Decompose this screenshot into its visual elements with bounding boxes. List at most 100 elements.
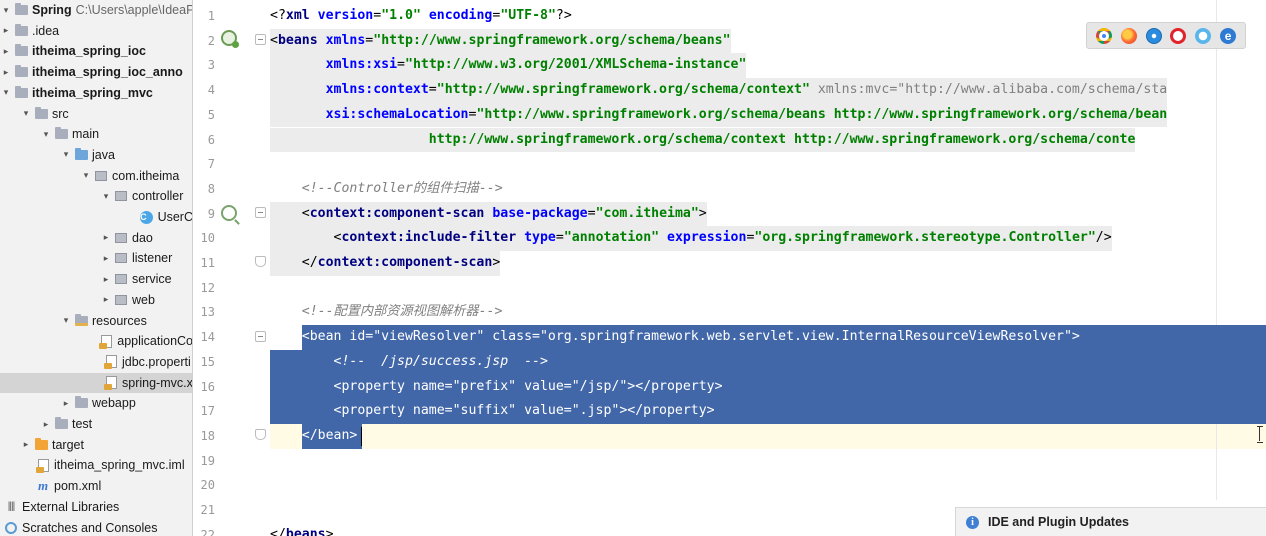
line-number: 20 xyxy=(200,478,215,493)
tree-item-userc[interactable]: C UserC xyxy=(0,207,193,227)
ie-icon[interactable] xyxy=(1195,27,1212,44)
tree-item-controller[interactable]: ▾ controller xyxy=(0,186,192,206)
tree-item-dao[interactable]: ▸ dao xyxy=(0,228,192,248)
module-folder-icon xyxy=(14,85,28,99)
tree-item-web[interactable]: ▸ web xyxy=(0,290,192,310)
tree-item-external-libraries[interactable]: |||| External Libraries xyxy=(0,497,192,517)
opera-icon[interactable] xyxy=(1170,27,1187,44)
chrome-icon[interactable] xyxy=(1095,27,1112,44)
tree-item-spring-mvc-x[interactable]: spring-mvc.x xyxy=(0,372,192,393)
code-token: "1.0" xyxy=(381,8,421,23)
chevron-down-icon[interactable]: ▾ xyxy=(20,108,32,119)
code-token: "UTF-8" xyxy=(500,8,556,23)
tree-item-resources[interactable]: ▾ resources xyxy=(0,311,192,331)
code-token: xmlns:mvc="http://www.alibaba.com/schema… xyxy=(809,82,1168,98)
code-line[interactable]: <?xml version="1.0" encoding="UTF-8"?> xyxy=(270,4,572,29)
code-token: <!--配置内部资源视图解析器--> xyxy=(270,304,503,320)
tree-item-java[interactable]: ▾ java xyxy=(0,145,192,165)
spring-bean-gutter-icon[interactable] xyxy=(221,30,239,48)
chevron-down-icon[interactable]: ▾ xyxy=(100,191,112,202)
tree-item-webapp[interactable]: ▸ webapp xyxy=(0,393,192,413)
tree-item-itheima-spring-mvc[interactable]: ▾ itheima_spring_mvc xyxy=(0,83,192,103)
code-token: type xyxy=(524,230,556,246)
tree-item-idea[interactable]: ▸ .idea xyxy=(0,21,192,41)
tree-item-service[interactable]: ▸ service xyxy=(0,269,192,289)
tree-item-itheima-spring-ioc-anno[interactable]: ▸ itheima_spring_ioc_anno xyxy=(0,62,192,82)
ide-updates-notification[interactable]: i IDE and Plugin Updates xyxy=(955,507,1266,536)
tree-item-itheima-spring-mvc-iml[interactable]: itheima_spring_mvc.iml xyxy=(0,455,192,475)
code-line[interactable]: xsi:schemaLocation="http://www.springfra… xyxy=(270,102,1168,128)
code-token: < xyxy=(270,230,342,246)
tree-item-src[interactable]: ▾ src xyxy=(0,104,192,124)
code-line[interactable]: xmlns:context="http://www.springframewor… xyxy=(270,78,1168,103)
fold-marker-icon[interactable] xyxy=(255,331,266,342)
code-line[interactable]: <beans xmlns="http://www.springframework… xyxy=(270,28,731,54)
code-line[interactable]: <!--配置内部资源视图解析器--> xyxy=(270,300,503,325)
tree-item-listener[interactable]: ▸ listener xyxy=(0,248,192,268)
tree-item-label: UserC xyxy=(157,210,193,224)
code-line[interactable]: <!--Controller的组件扫描--> xyxy=(270,177,503,202)
chevron-right-icon[interactable]: ▸ xyxy=(100,274,112,285)
tree-item-label: External Libraries xyxy=(22,499,120,514)
chevron-right-icon[interactable]: ▸ xyxy=(60,398,72,409)
code-line[interactable]: http://www.springframework.org/schema/co… xyxy=(270,127,1136,153)
tree-item-spring[interactable]: ▾ Spring C:\Users\apple\IdeaPr xyxy=(0,0,193,20)
tree-item-itheima-spring-ioc[interactable]: ▸ itheima_spring_ioc xyxy=(0,41,192,61)
code-line[interactable]: <!-- /jsp/success.jsp --> xyxy=(270,350,548,375)
component-scan-gutter-icon[interactable] xyxy=(221,205,237,221)
code-token: = xyxy=(373,8,382,23)
code-line[interactable]: <context:component-scan base-package="co… xyxy=(270,201,707,227)
code-line[interactable]: </beans> xyxy=(270,523,334,536)
safari-icon[interactable] xyxy=(1145,27,1162,44)
fold-marker-icon[interactable] xyxy=(255,207,266,218)
chevron-right-icon[interactable]: ▸ xyxy=(40,419,52,430)
chevron-down-icon[interactable]: ▾ xyxy=(80,170,92,181)
code-line[interactable]: <context:include-filter type="annotation… xyxy=(270,226,1112,251)
tree-item-jdbc-properti[interactable]: jdbc.properti xyxy=(0,352,192,372)
chevron-right-icon[interactable]: ▸ xyxy=(100,232,112,243)
code-line[interactable]: <property name="suffix" value=".jsp"></p… xyxy=(270,399,715,424)
tree-item-label: Scratches and Consoles xyxy=(22,520,158,535)
tree-item-target[interactable]: ▸ target xyxy=(0,435,192,455)
fold-marker-icon[interactable] xyxy=(255,34,266,45)
iml-file-icon xyxy=(35,458,50,473)
chevron-right-icon[interactable]: ▸ xyxy=(0,25,12,36)
project-path: C:\Users\apple\IdeaPr xyxy=(75,3,193,17)
tree-item-scratches-and-consoles[interactable]: Scratches and Consoles xyxy=(0,518,192,536)
chevron-right-icon[interactable]: ▸ xyxy=(0,67,12,78)
code-line[interactable]: <property name="prefix" value="/jsp/"></… xyxy=(270,375,723,400)
libraries-icon: |||| xyxy=(7,501,15,513)
tree-item-com-itheima[interactable]: ▾ com.itheima xyxy=(0,166,192,186)
tree-item-label: itheima_spring_ioc xyxy=(32,44,146,59)
tree-item-main[interactable]: ▾ main xyxy=(0,124,192,144)
firefox-icon[interactable] xyxy=(1120,27,1137,44)
chevron-right-icon[interactable]: ▸ xyxy=(100,294,112,305)
chevron-right-icon[interactable]: ▸ xyxy=(100,253,112,264)
edge-icon[interactable]: e xyxy=(1220,27,1237,44)
code-line[interactable]: </bean> xyxy=(270,424,1266,449)
tree-item-label: listener xyxy=(132,251,173,266)
package-icon xyxy=(114,273,128,285)
chevron-down-icon[interactable]: ▾ xyxy=(40,129,52,140)
code-token: "http://www.w3.org/2001/XMLSchema-instan… xyxy=(405,57,747,73)
chevron-down-icon[interactable]: ▾ xyxy=(0,5,12,16)
chevron-right-icon[interactable]: ▸ xyxy=(0,46,12,57)
code-editor[interactable]: <?xml version="1.0" encoding="UTF-8"?> <b… xyxy=(270,0,1266,536)
tree-item-test[interactable]: ▸ test xyxy=(0,414,192,434)
code-token: ?> xyxy=(555,8,572,23)
chevron-down-icon[interactable]: ▾ xyxy=(60,315,72,326)
code-line[interactable]: </context:component-scan> xyxy=(270,251,501,276)
code-line[interactable]: xmlns:xsi="http://www.w3.org/2001/XMLSch… xyxy=(270,53,747,79)
chevron-down-icon[interactable]: ▾ xyxy=(60,149,72,160)
fold-end-marker-icon[interactable] xyxy=(255,256,266,267)
tree-item-applicationco[interactable]: applicationCo xyxy=(0,331,192,351)
line-number: 2 xyxy=(207,33,215,48)
chevron-down-icon[interactable]: ▾ xyxy=(0,87,12,98)
code-token: <? xyxy=(270,8,286,23)
chevron-right-icon[interactable]: ▸ xyxy=(20,439,32,450)
fold-end-marker-icon[interactable] xyxy=(255,429,266,440)
class-icon: C xyxy=(140,210,154,224)
tree-item-pom-xml[interactable]: m pom.xml xyxy=(0,476,192,496)
line-number: 12 xyxy=(200,280,215,295)
code-line[interactable]: <bean id="viewResolver" class="org.sprin… xyxy=(270,325,1080,350)
